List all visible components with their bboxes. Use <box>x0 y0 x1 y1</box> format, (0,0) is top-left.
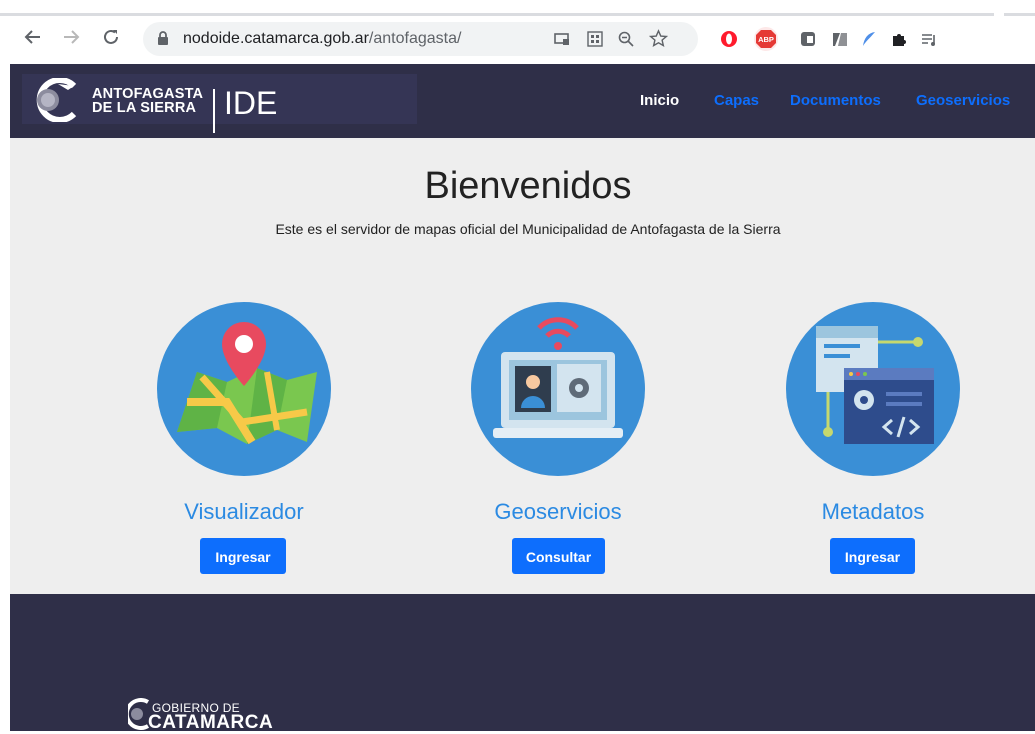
footer-logo[interactable]: GOBIERNO DE CATAMARCA <box>124 690 304 733</box>
adblock-icon[interactable]: ABP <box>753 26 779 52</box>
brand-ide: IDE <box>224 85 278 121</box>
url-host: nodoide.catamarca.gob.ar <box>183 30 369 47</box>
card-title-metadatos[interactable]: Metadatos <box>773 499 973 525</box>
brand-name: ANTOFAGASTA DE LA SIERRA <box>92 86 204 116</box>
nav-link-documentos[interactable]: Documentos <box>790 92 881 109</box>
nav-link-geoservicios[interactable]: Geoservicios <box>916 92 1010 109</box>
card-title-visualizador[interactable]: Visualizador <box>144 499 344 525</box>
cast-icon[interactable] <box>553 30 571 53</box>
zoom-icon[interactable] <box>617 30 635 53</box>
ext-icon[interactable] <box>797 28 819 50</box>
footer: GOBIERNO DE CATAMARCA <box>10 594 1035 733</box>
ext2-icon[interactable] <box>829 28 851 50</box>
forward-icon[interactable] <box>58 24 84 50</box>
tab-strip-divider <box>0 13 994 16</box>
qr-icon[interactable] <box>586 30 604 53</box>
card-title-geoservicios[interactable]: Geoservicios <box>458 499 658 525</box>
feather-icon[interactable] <box>858 28 880 50</box>
back-icon[interactable] <box>20 24 46 50</box>
puzzle-icon[interactable] <box>888 28 910 50</box>
brand-line-1: ANTOFAGASTA <box>92 86 204 102</box>
reload-icon[interactable] <box>98 24 124 50</box>
reading-list-icon[interactable] <box>918 28 940 50</box>
page-title: Bienvenidos <box>424 165 632 207</box>
code-window-icon <box>786 302 960 476</box>
nav-link-capas[interactable]: Capas <box>714 92 759 109</box>
laptop-settings-icon <box>471 302 645 476</box>
site-header: ANTOFAGASTA DE LA SIERRA IDE Inicio Capa… <box>10 64 1035 138</box>
browser-toolbar: nodoide.catamarca.gob.ar/antofagasta/ AB… <box>0 0 1035 58</box>
visualizador-button[interactable]: Ingresar <box>200 538 286 574</box>
municipality-seal-icon <box>36 78 77 122</box>
page-subtitle: Este es el servidor de mapas oficial del… <box>275 221 781 237</box>
opera-icon[interactable] <box>718 28 740 50</box>
nav-link-inicio[interactable]: Inicio <box>640 92 679 109</box>
url-path: /antofagasta/ <box>368 30 462 47</box>
svg-text:ABP: ABP <box>758 35 774 44</box>
main-content: Bienvenidos Este es el servidor de mapas… <box>10 138 1035 594</box>
brand-line-2: DE LA SIERRA <box>92 100 197 116</box>
map-pin-icon <box>157 302 331 476</box>
brand-divider <box>213 89 215 133</box>
tab-strip-divider-right <box>1004 13 1035 16</box>
geoservicios-button[interactable]: Consultar <box>512 538 605 574</box>
metadatos-button[interactable]: Ingresar <box>830 538 915 574</box>
brand-logo[interactable]: ANTOFAGASTA DE LA SIERRA IDE <box>22 74 417 133</box>
lock-icon[interactable] <box>157 31 169 51</box>
address-bar[interactable]: nodoide.catamarca.gob.ar/antofagasta/ <box>143 22 698 56</box>
star-icon[interactable] <box>648 29 669 53</box>
url-text[interactable]: nodoide.catamarca.gob.ar/antofagasta/ <box>183 30 461 48</box>
